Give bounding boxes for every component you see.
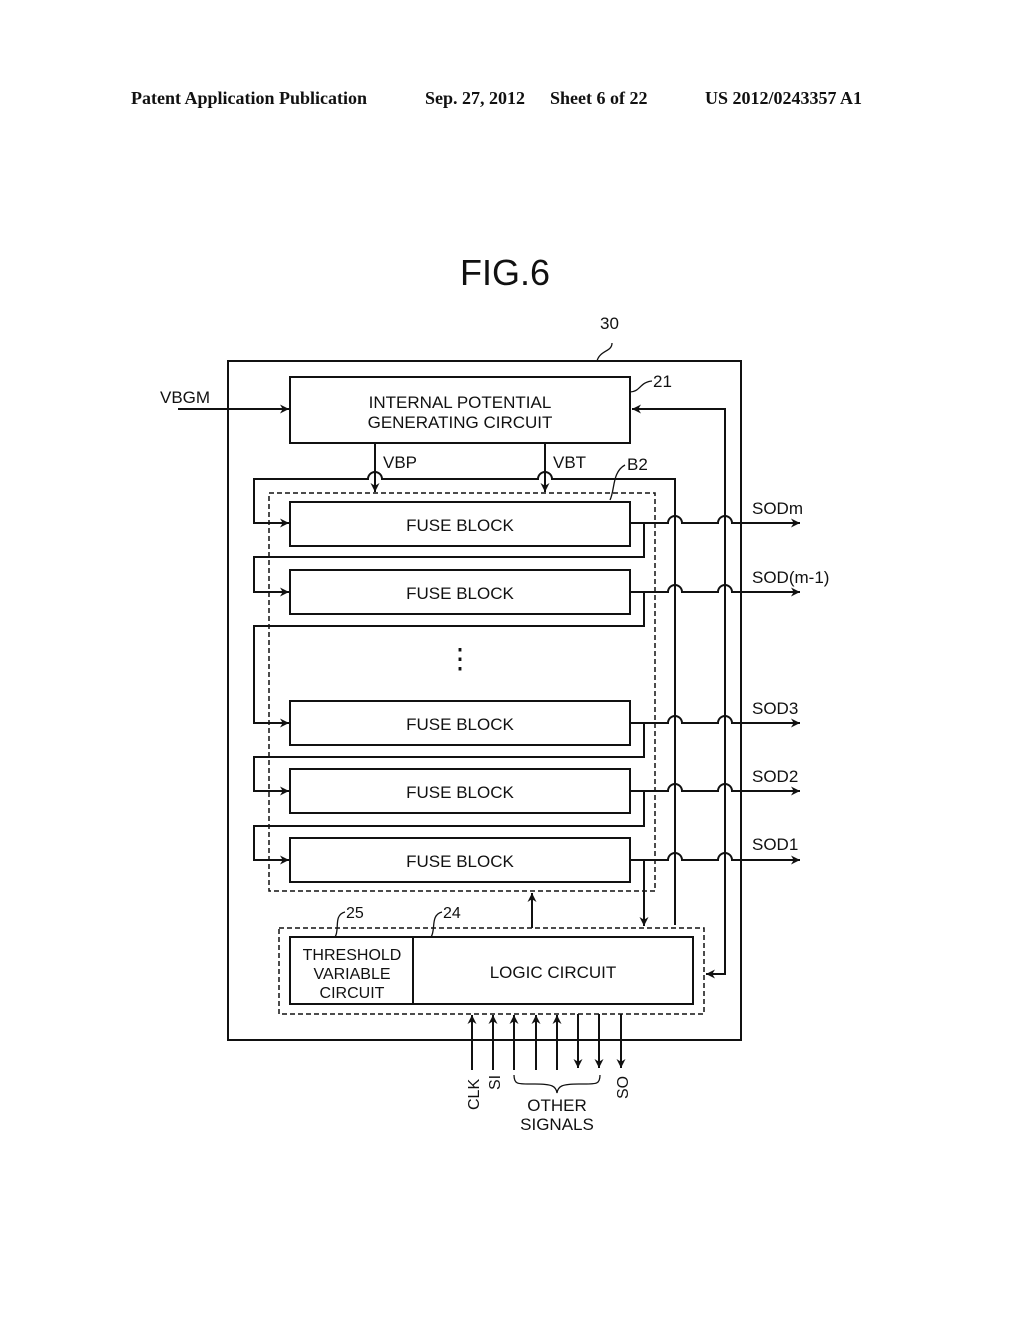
vbgm-label: VBGM — [160, 388, 210, 407]
output-label-sod3: SOD3 — [752, 699, 798, 718]
vbp-label: VBP — [383, 453, 417, 472]
ref-label-b2: B2 — [627, 455, 648, 474]
ref-b2-leader — [609, 464, 626, 501]
output-label-sod1: SOD1 — [752, 835, 798, 854]
circuit-diagram: FIG.6 30 21 VBGM INTERNAL POTENTIAL GENE… — [160, 252, 829, 1134]
ref-label-30: 30 — [600, 314, 619, 333]
output-label-sodm: SODm — [752, 499, 803, 518]
fuse-block-m-label: FUSE BLOCK — [406, 516, 514, 535]
ipgc-label-line1: INTERNAL POTENTIAL — [369, 393, 552, 412]
fuse-block-m-1-label: FUSE BLOCK — [406, 584, 514, 603]
threshold-label-line3: CIRCUIT — [320, 985, 385, 1002]
ref-25-leader — [334, 911, 346, 938]
other-signals-brace — [513, 1074, 601, 1094]
other-signals-label-line1: OTHER — [527, 1096, 587, 1115]
output-label-sod2: SOD2 — [752, 767, 798, 786]
threshold-label-line1: THRESHOLD — [303, 947, 402, 964]
threshold-label-line2: VARIABLE — [313, 966, 390, 983]
figure-title: FIG.6 — [460, 252, 550, 293]
vbt-label: VBT — [553, 453, 586, 472]
output-label-sod-m-1: SOD(m-1) — [752, 568, 829, 587]
fuse-block-1-label: FUSE BLOCK — [406, 852, 514, 871]
si-label: SI — [487, 1075, 504, 1090]
fuse-block-ellipsis: ⋮ — [446, 643, 474, 674]
other-signals-label-line2: SIGNALS — [520, 1115, 594, 1134]
fuse-block-3-label: FUSE BLOCK — [406, 715, 514, 734]
fuse-block-2-label: FUSE BLOCK — [406, 783, 514, 802]
ref-21-leader — [629, 380, 653, 393]
ipgc-label-line2: GENERATING CIRCUIT — [368, 413, 553, 432]
ref-label-25: 25 — [346, 905, 364, 922]
ref-24-leader — [430, 911, 443, 938]
fuse-block-group-b2 — [268, 492, 656, 892]
ref-30-leader — [596, 342, 613, 362]
clk-label: CLK — [466, 1079, 483, 1110]
ref-label-21: 21 — [653, 372, 672, 391]
logic-circuit-label: LOGIC CIRCUIT — [490, 963, 617, 982]
ref-label-24: 24 — [443, 905, 461, 922]
so-label: SO — [615, 1076, 632, 1099]
